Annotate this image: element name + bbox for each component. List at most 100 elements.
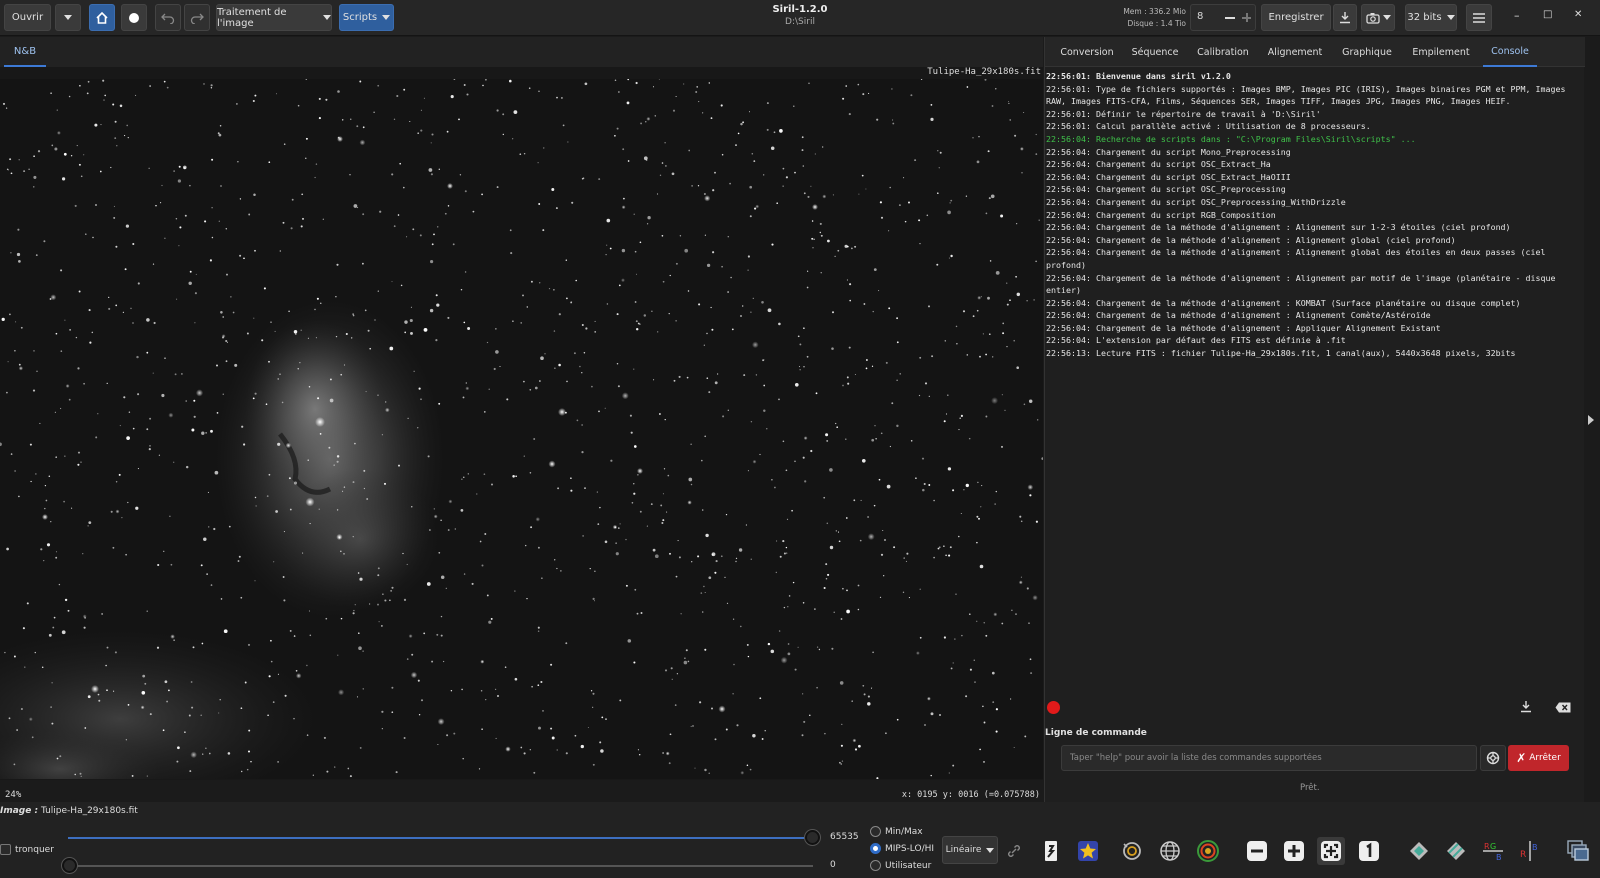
- photometry-button[interactable]: [1118, 837, 1146, 865]
- console-log[interactable]: 22:56:01: Bienvenue dans siril v1.2.0 22:…: [1046, 70, 1578, 690]
- tab-conversion[interactable]: Conversion: [1055, 37, 1119, 67]
- link-sliders-button[interactable]: [1000, 837, 1028, 865]
- undo-button[interactable]: [155, 4, 181, 31]
- star: [523, 380, 525, 383]
- display-mode-select[interactable]: Linéaire: [942, 836, 998, 864]
- zoom-in-button[interactable]: [1280, 837, 1308, 865]
- star: [55, 456, 57, 458]
- star: [201, 642, 204, 645]
- star: [674, 704, 677, 706]
- tab-alignment[interactable]: Alignement: [1261, 37, 1329, 67]
- image-processing-menu[interactable]: Traitement de l'image: [216, 4, 332, 31]
- star: [706, 377, 709, 380]
- star: [576, 419, 579, 422]
- star: [33, 350, 35, 352]
- clear-log-button[interactable]: [1555, 702, 1575, 716]
- star: [691, 185, 693, 187]
- main-menu-button[interactable]: [1466, 4, 1492, 31]
- console-line: 22:56:04: Chargement du script OSC_Extra…: [1046, 171, 1291, 182]
- radio-mips-label: MIPS-LO/HI: [885, 843, 935, 854]
- star: [798, 366, 801, 368]
- radio-user-dot[interactable]: [870, 860, 881, 871]
- star: [675, 575, 678, 578]
- layers-button[interactable]: [1564, 837, 1592, 865]
- star: [114, 651, 117, 654]
- low-threshold-slider[interactable]: [68, 865, 813, 867]
- star: [1008, 101, 1010, 103]
- radio-minmax[interactable]: Min/Max: [870, 826, 923, 837]
- truncate-checkbox[interactable]: [0, 844, 11, 855]
- star: [480, 689, 483, 692]
- target-button[interactable]: [1194, 837, 1222, 865]
- star: [400, 284, 403, 287]
- negative-view-button[interactable]: [1037, 837, 1065, 865]
- compose-rgb-button[interactable]: RB: [1516, 837, 1544, 865]
- bitdepth-menu[interactable]: 32 bits: [1405, 4, 1457, 31]
- star: [981, 485, 983, 487]
- close-button[interactable]: ✕: [1574, 9, 1582, 20]
- decrement-icon[interactable]: [1225, 17, 1235, 19]
- low-slider-knob[interactable]: [62, 858, 77, 873]
- open-button[interactable]: Ouvrir: [4, 4, 51, 31]
- snapshot-button[interactable]: [1361, 4, 1395, 31]
- radio-mips-dot[interactable]: [870, 843, 881, 854]
- star: [1008, 102, 1010, 105]
- radio-minmax-dot[interactable]: [870, 826, 881, 837]
- high-threshold-value[interactable]: 65535: [830, 832, 859, 842]
- star: [444, 212, 447, 215]
- minimize-button[interactable]: –: [1514, 9, 1520, 22]
- tab-sequence[interactable]: Séquence: [1125, 37, 1185, 67]
- zoom-out-button[interactable]: [1243, 837, 1271, 865]
- star: [947, 210, 951, 215]
- star: [972, 315, 975, 318]
- astro-image[interactable]: [0, 79, 1043, 779]
- stop-button[interactable]: ✗ Arrêter: [1508, 745, 1569, 771]
- help-button[interactable]: [1480, 745, 1506, 771]
- star: [357, 207, 359, 209]
- redo-button[interactable]: [184, 4, 210, 31]
- live-stacking-button[interactable]: [121, 4, 147, 31]
- star: [84, 727, 87, 729]
- save-log-button[interactable]: [1520, 700, 1540, 716]
- scripts-menu[interactable]: Scripts: [339, 4, 394, 31]
- radio-user[interactable]: Utilisateur: [870, 860, 931, 871]
- image-viewer[interactable]: Tulipe-Ha_29x180s.fit: [0, 67, 1043, 780]
- star: [436, 303, 440, 307]
- star: [558, 363, 561, 367]
- star: [871, 365, 874, 367]
- star: [322, 218, 324, 220]
- star: [116, 145, 118, 147]
- radio-mips[interactable]: MIPS-LO/HI: [870, 843, 934, 854]
- star: [285, 442, 292, 449]
- quick-save-button[interactable]: [1333, 4, 1357, 31]
- star: [711, 328, 714, 331]
- collapse-panel-icon[interactable]: [1588, 415, 1594, 425]
- split-rgb-button[interactable]: RGB: [1479, 837, 1507, 865]
- tab-mono[interactable]: N&B: [4, 37, 46, 67]
- astrometry-button[interactable]: [1156, 837, 1184, 865]
- truncate-toggle[interactable]: tronquer: [0, 844, 54, 855]
- tab-calibration[interactable]: Calibration: [1193, 37, 1253, 67]
- tab-stacking[interactable]: Empilement: [1405, 37, 1477, 67]
- star: [433, 514, 438, 519]
- low-threshold-value[interactable]: 0: [830, 860, 836, 870]
- star: [486, 594, 489, 597]
- color-saturation-button[interactable]: [1074, 837, 1102, 865]
- zoom-fit-button[interactable]: [1317, 837, 1345, 865]
- mirror-button[interactable]: [1442, 837, 1470, 865]
- tab-console[interactable]: Console: [1483, 37, 1537, 67]
- disk-info: Disque : 1.4 Tio: [1127, 19, 1186, 28]
- zoom-one-button[interactable]: [1355, 837, 1383, 865]
- tab-plot[interactable]: Graphique: [1335, 37, 1399, 67]
- command-input[interactable]: [1061, 745, 1477, 771]
- save-button[interactable]: Enregistrer: [1261, 4, 1331, 31]
- home-button[interactable]: [89, 4, 115, 31]
- star: [684, 248, 689, 253]
- threads-spinner[interactable]: 8: [1190, 4, 1256, 31]
- open-recent-dropdown[interactable]: [55, 4, 81, 31]
- maximize-button[interactable]: □: [1543, 9, 1552, 20]
- high-threshold-slider[interactable]: [68, 837, 813, 839]
- high-slider-knob[interactable]: [805, 830, 820, 845]
- star: [592, 763, 595, 766]
- flip-button[interactable]: [1405, 837, 1433, 865]
